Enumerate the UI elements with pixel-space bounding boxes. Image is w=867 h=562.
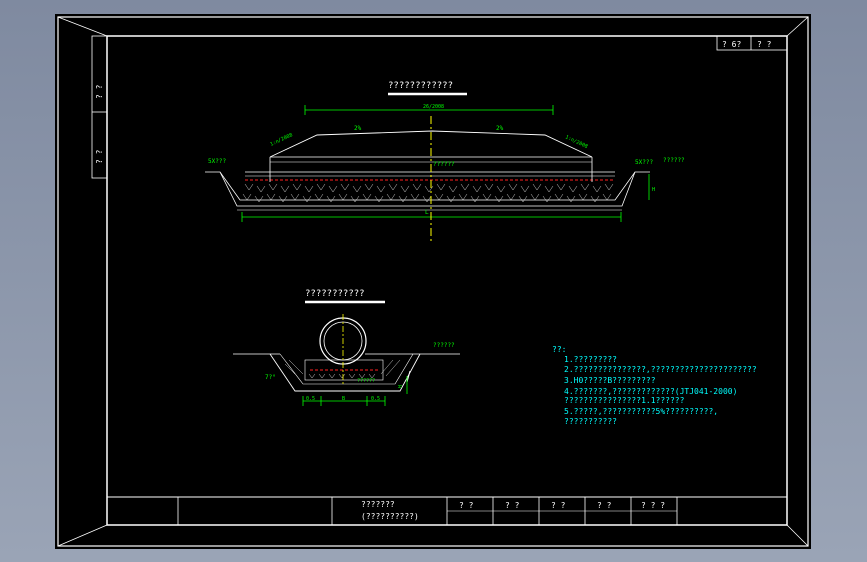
cad-viewport: ? ? ? ? ? 6? ? ? ???????????? 26/2008 2%… (0, 0, 867, 562)
drawing-name-1: ??????? (361, 500, 395, 509)
pipe-dim-height: H (398, 385, 404, 388)
label-left: 5X??? (208, 158, 226, 165)
notes-block: ??: 1.????????? 2.???????????????,??????… (552, 345, 757, 426)
corner-line-tl (57, 16, 108, 37)
title-block: ??????? (??????????) ? ? ? ? ? ? ? ? ? ?… (107, 496, 787, 525)
inner-border (106, 35, 788, 526)
section2-title: ??????????? (305, 289, 365, 299)
corner-line-tr (786, 16, 809, 37)
corner-line-br (786, 524, 809, 547)
note-line: 2.???????????????,?????????????????????? (564, 365, 757, 374)
side-slope-right: 1:n/2008 (564, 134, 588, 150)
label-right: 5X??? (635, 159, 653, 166)
pipe-dim-mid: B (342, 396, 345, 402)
gravel-hatch (242, 183, 614, 203)
pipe-label-inner: ?????? (357, 378, 375, 384)
label-right-extra: ?????? (663, 157, 685, 164)
title-cell: ? ? (551, 501, 566, 510)
label-center: ?????? (433, 161, 455, 168)
label-height: H (652, 187, 655, 193)
drawing-canvas: ? ? ? ? ? 6? ? ? ???????????? 26/2008 2%… (57, 16, 809, 547)
side-slope-left: 1:n/2008 (269, 132, 293, 148)
note-line: 4.???????,?????????????(JTJ041-2000) (564, 387, 737, 396)
title-cell: ? ? (597, 501, 612, 510)
section1-title: ???????????? (388, 81, 453, 91)
corner-title-right: ? ? (757, 40, 772, 49)
road-cross-section: ???????????? 26/2008 2% 2% 1:n/2008 1:n/… (205, 81, 685, 242)
slope-left-label: 2% (354, 125, 362, 132)
note-line: ??????????? (564, 417, 617, 426)
corner-line-bl (57, 524, 108, 547)
note-line: 1.????????? (564, 355, 617, 364)
pipe-section: ??????????? ?????? 7?° ?????? 0.5 B 0.5 … (233, 289, 460, 406)
drawing-sheet: ? ? ? ? ? 6? ? ? ???????????? 26/2008 2%… (55, 14, 811, 549)
title-cell: ? ? (459, 501, 474, 510)
corner-title-left: ? 6? (722, 40, 741, 49)
title-cell: ? ? ? (641, 501, 665, 510)
pipe-dim-left: 0.5 (306, 396, 315, 402)
note-line: 5.?????,???????????5%??????????, (564, 407, 718, 416)
title-cell: ? ? (505, 501, 520, 510)
dim-top-label: 26/2008 (423, 104, 444, 110)
slope-right-label: 2% (496, 125, 504, 132)
notes-heading: ??: (552, 345, 566, 354)
margin-mark-2: ? ? (95, 149, 104, 164)
note-line: ????????????????1.1?????? (564, 396, 685, 405)
margin-mark-1: ? ? (95, 84, 104, 99)
note-line: 3.H0?????B????????? (564, 376, 656, 385)
outer-border (57, 16, 809, 547)
drawing-name-2: (??????????) (361, 512, 419, 521)
pipe-dim-right: 0.5 (371, 396, 380, 402)
dim-bottom-label: L (425, 209, 429, 216)
pipe-label-left: 7?° (265, 374, 276, 381)
pipe-label-right: ?????? (433, 342, 455, 349)
